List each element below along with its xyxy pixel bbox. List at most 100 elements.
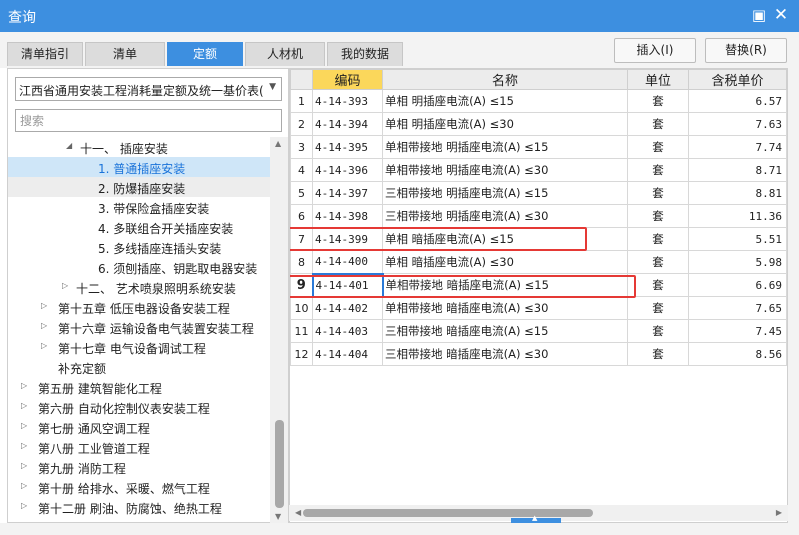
tree-item[interactable]: ▷ 第六册 自动化控制仪表安装工程 [8,397,270,417]
tab-my-data[interactable]: 我的数据 [327,42,403,66]
tree-scrollbar[interactable]: ▲ ▼ [270,137,288,523]
tree-item[interactable]: ▷ 第十六章 运输设备电气装置安装工程 [8,317,270,337]
scroll-left-icon[interactable]: ◀ [295,508,301,517]
name-cell[interactable]: 单相带接地 明插座电流(A) ≤30 [382,158,628,182]
unit-cell[interactable]: 套 [627,319,689,343]
table-row[interactable]: 4 4-14-396 单相带接地 明插座电流(A) ≤30 套 8.71 [290,158,787,182]
expand-arrow-icon[interactable]: ▷ [21,401,27,410]
scroll-right-icon[interactable]: ▶ [776,508,782,517]
row-index-cell[interactable]: 2 [290,112,313,136]
search-input[interactable] [15,109,282,132]
price-cell[interactable]: 5.98 [688,250,787,274]
tab-list[interactable]: 清单 [85,42,165,66]
tree-item[interactable]: ▷ 第十七章 电气设备调试工程 [8,337,270,357]
column-header-code[interactable]: 编码 [312,69,383,90]
code-cell[interactable]: 4-14-398 [312,204,383,228]
code-cell[interactable]: 4-14-403 [312,319,383,343]
expand-arrow-icon[interactable]: ▷ [62,281,68,290]
unit-cell[interactable]: 套 [627,112,689,136]
scroll-up-icon[interactable]: ▲ [275,139,281,148]
expand-arrow-icon[interactable]: ▷ [21,421,27,430]
row-index-cell[interactable]: 6 [290,204,313,228]
unit-cell[interactable]: 套 [627,181,689,205]
insert-button[interactable]: 插入(I) [614,38,696,63]
price-cell[interactable]: 7.45 [688,319,787,343]
name-cell[interactable]: 单相带接地 明插座电流(A) ≤15 [382,135,628,159]
tree-item[interactable]: ▷ 十二、 艺术喷泉照明系统安装 [8,277,270,297]
row-index-cell[interactable]: 11 [290,319,313,343]
tree-item[interactable]: 补充定额 [8,357,270,377]
unit-cell[interactable]: 套 [627,158,689,182]
tree-item[interactable]: 2. 防爆插座安装 [8,177,270,197]
code-cell[interactable]: 4-14-393 [312,89,383,113]
close-icon[interactable]: ✕ [771,5,791,25]
name-cell[interactable]: 单相 明插座电流(A) ≤30 [382,112,628,136]
unit-cell[interactable]: 套 [627,342,689,366]
expand-arrow-icon[interactable]: ▷ [21,441,27,450]
price-cell[interactable]: 7.74 [688,135,787,159]
expand-arrow-icon[interactable]: ▷ [21,501,27,510]
tree-item[interactable]: 6. 须刨插座、钥匙取电器安装 [8,257,270,277]
unit-cell[interactable]: 套 [627,135,689,159]
replace-button[interactable]: 替换(R) [705,38,787,63]
row-index-cell[interactable]: 12 [290,342,313,366]
code-cell[interactable]: 4-14-396 [312,158,383,182]
library-select[interactable]: 江西省通用安装工程消耗量定额及统一基价表( ▼ [15,77,282,101]
expand-arrow-icon[interactable]: ▷ [41,301,47,310]
splitter-up-icon[interactable]: ▲ [532,514,537,522]
table-row[interactable]: 1 4-14-393 单相 明插座电流(A) ≤15 套 6.57 [290,89,787,113]
restore-icon[interactable]: ▣ [749,5,769,25]
table-row[interactable]: 11 4-14-403 三相带接地 暗插座电流(A) ≤15 套 7.45 [290,319,787,343]
unit-cell[interactable]: 套 [627,227,689,251]
collapse-arrow-icon[interactable]: ◢ [66,141,72,150]
unit-cell[interactable]: 套 [627,89,689,113]
code-cell[interactable]: 4-14-404 [312,342,383,366]
tree-item[interactable]: ▷ 第十二册 刷油、防腐蚀、绝热工程 [8,497,270,517]
code-cell[interactable]: 4-14-394 [312,112,383,136]
expand-arrow-icon[interactable]: ▷ [21,461,27,470]
tab-quota[interactable]: 定额 [167,42,243,66]
name-cell[interactable]: 三相带接地 暗插座电流(A) ≤30 [382,342,628,366]
unit-cell[interactable]: 套 [627,204,689,228]
tree-item[interactable]: ▷ 第十五章 低压电器设备安装工程 [8,297,270,317]
scrollbar-thumb[interactable] [303,509,593,517]
row-index-cell[interactable]: 8 [290,250,313,274]
table-row[interactable]: 5 4-14-397 三相带接地 明插座电流(A) ≤15 套 8.81 [290,181,787,205]
table-row[interactable]: 6 4-14-398 三相带接地 明插座电流(A) ≤30 套 11.36 [290,204,787,228]
scroll-down-icon[interactable]: ▼ [275,512,281,521]
tree-item[interactable]: 5. 多线插座连插头安装 [8,237,270,257]
table-row[interactable]: 10 4-14-402 单相带接地 暗插座电流(A) ≤30 套 7.65 [290,296,787,320]
expand-arrow-icon[interactable]: ▷ [41,341,47,350]
tree-item[interactable]: ◢ 十一、 插座安装 [8,137,270,157]
table-row[interactable]: 3 4-14-395 单相带接地 明插座电流(A) ≤15 套 7.74 [290,135,787,159]
tree-item[interactable]: 3. 带保险盒插座安装 [8,197,270,217]
price-cell[interactable]: 8.71 [688,158,787,182]
tab-labor-material-machine[interactable]: 人材机 [245,42,325,66]
scrollbar-thumb[interactable] [275,420,284,508]
expand-arrow-icon[interactable]: ▷ [41,321,47,330]
unit-cell[interactable]: 套 [627,273,689,297]
table-row[interactable]: 2 4-14-394 单相 明插座电流(A) ≤30 套 7.63 [290,112,787,136]
price-cell[interactable]: 11.36 [688,204,787,228]
price-cell[interactable]: 6.69 [688,273,787,297]
code-cell[interactable]: 4-14-400 [312,250,383,274]
name-cell[interactable]: 三相带接地 明插座电流(A) ≤15 [382,181,628,205]
name-cell[interactable]: 单相 明插座电流(A) ≤15 [382,89,628,113]
price-cell[interactable]: 8.81 [688,181,787,205]
tree-item-selected[interactable]: 1. 普通插座安装 [8,157,270,177]
name-cell[interactable]: 三相带接地 暗插座电流(A) ≤15 [382,319,628,343]
panel-splitter[interactable]: ▲ [511,514,561,523]
code-cell[interactable]: 4-14-397 [312,181,383,205]
expand-arrow-icon[interactable]: ▷ [21,381,27,390]
unit-cell[interactable]: 套 [627,296,689,320]
tree-item[interactable]: 4. 多联组合开关插座安装 [8,217,270,237]
code-cell[interactable]: 4-14-402 [312,296,383,320]
table-row[interactable]: 12 4-14-404 三相带接地 暗插座电流(A) ≤30 套 8.56 [290,342,787,366]
row-index-cell[interactable]: 3 [290,135,313,159]
code-cell[interactable]: 4-14-395 [312,135,383,159]
row-index-cell[interactable]: 10 [290,296,313,320]
unit-cell[interactable]: 套 [627,250,689,274]
column-header-name[interactable]: 名称 [382,69,628,90]
tree-item[interactable]: ▷ 第七册 通风空调工程 [8,417,270,437]
price-cell[interactable]: 6.57 [688,89,787,113]
